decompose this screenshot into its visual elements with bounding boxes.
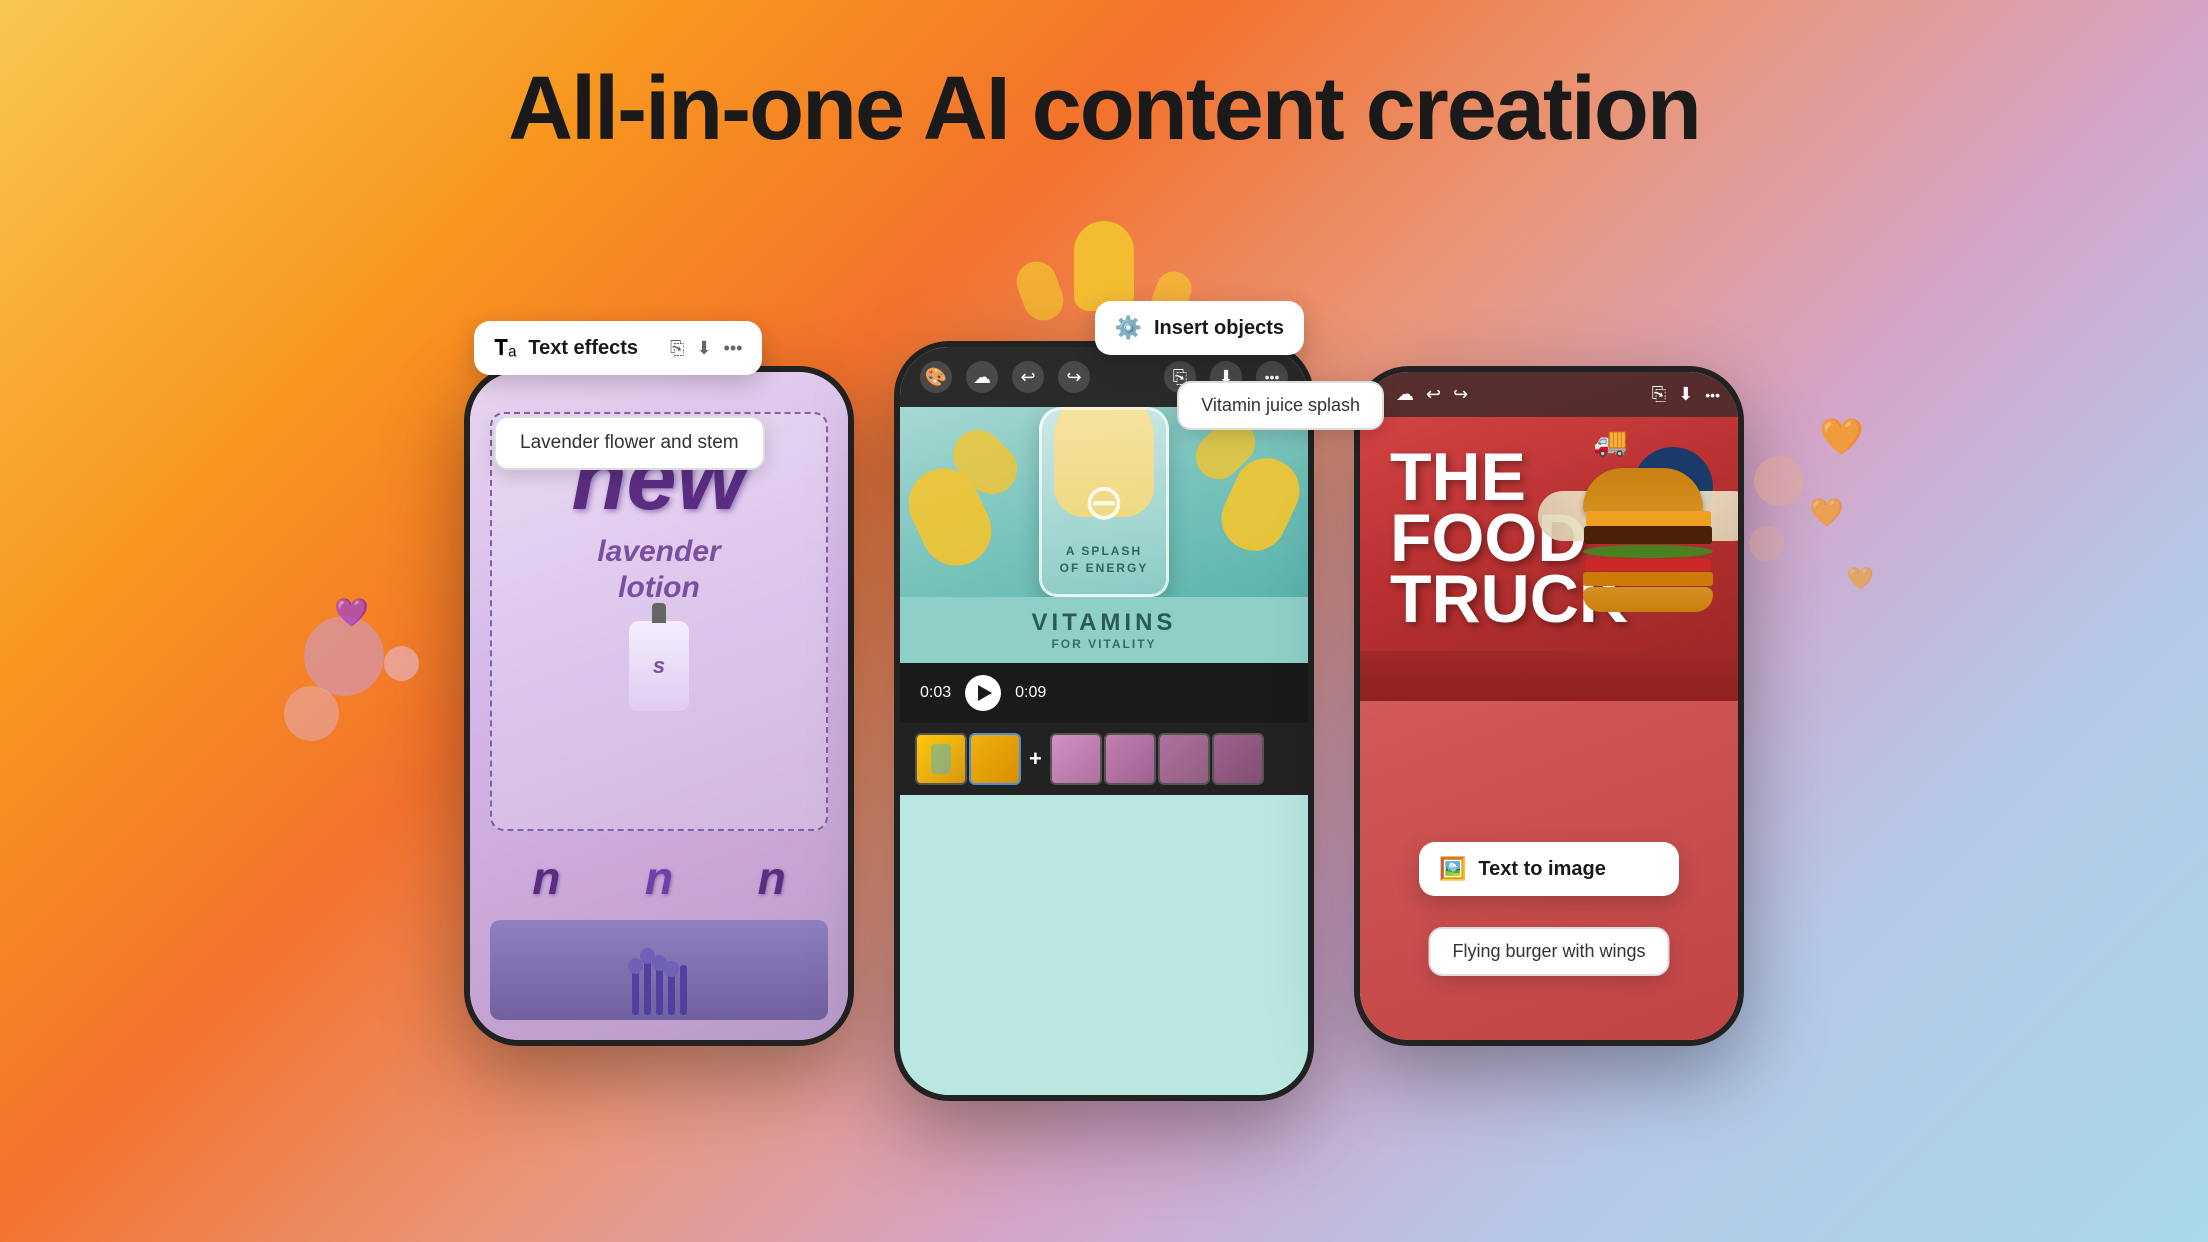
undo-icon-right[interactable]: ↩ xyxy=(1426,384,1441,405)
food-truck-bottom xyxy=(1360,651,1738,701)
splash-left-top xyxy=(1011,256,1069,326)
lettuce-layer xyxy=(1583,545,1713,558)
text-to-image-icon: 🖼️ xyxy=(1439,856,1466,882)
heart-deco-4: 🧡 xyxy=(1847,566,1874,592)
text-to-image-bubble[interactable]: 🖼️ Text to image xyxy=(1419,842,1679,896)
film-frame-3[interactable] xyxy=(1050,733,1102,785)
burger-illustration xyxy=(1538,451,1738,631)
cloud-icon-right[interactable]: ☁ xyxy=(1396,384,1414,405)
vitamins-main-text: VITAMINS xyxy=(912,609,1296,637)
toolbar-copy-icon[interactable]: ⎘ xyxy=(670,338,684,359)
cloud-icon[interactable]: ☁ xyxy=(966,361,998,393)
generated-frames xyxy=(1050,733,1264,785)
burger-stack xyxy=(1583,468,1713,613)
text-effects-bubble: 𝐓ₐ Text effects ⎘ ⬇ ••• xyxy=(474,321,762,375)
film-frame-1[interactable] xyxy=(915,733,967,785)
phones-container: 𝐓ₐ Text effects ⎘ ⬇ ••• Lavender flower … xyxy=(0,200,2208,1242)
heart-deco-2: 🧡 xyxy=(1819,416,1864,458)
bun-bottom xyxy=(1583,587,1713,612)
vitamin-prompt-bubble: Vitamin juice splash xyxy=(1177,381,1384,430)
energy-text: A SPLASHOF ENERGY xyxy=(1060,543,1149,577)
tomato-layer xyxy=(1585,559,1711,571)
text-preview-box: new lavender lotion s xyxy=(490,412,828,831)
insert-objects-label: Insert objects xyxy=(1154,317,1284,340)
download-icon-right[interactable]: ⬇ xyxy=(1678,384,1693,405)
play-triangle-icon xyxy=(978,685,992,701)
plus-connector: + xyxy=(1029,746,1042,772)
bun-top xyxy=(1583,468,1703,513)
letter-sample-1: n xyxy=(532,851,560,905)
copy-icon-right[interactable]: ⎘ xyxy=(1652,384,1666,405)
text-to-image-label: Text to image xyxy=(1478,858,1605,881)
vitamins-sub-text: FOR VITALITY xyxy=(912,637,1296,651)
vitamin-prompt-text: Vitamin juice splash xyxy=(1201,395,1360,415)
heart-deco-1: 💜 xyxy=(334,596,369,629)
insert-objects-icon: ⚙️ xyxy=(1115,315,1142,341)
patty-layer xyxy=(1584,526,1712,544)
phone-right-wrapper: 🖼️ Text to image Flying burger with wing… xyxy=(1354,366,1744,1076)
brand-text: lavender lotion xyxy=(597,534,720,606)
source-frames xyxy=(915,733,1021,785)
redo-icon-right[interactable]: ↪ xyxy=(1453,384,1468,405)
film-frame-2[interactable] xyxy=(969,733,1021,785)
lotion-bottle-icon: s xyxy=(629,621,689,711)
video-time-total: 0:09 xyxy=(1015,684,1046,702)
undo-icon[interactable]: ↩ xyxy=(1012,361,1044,393)
video-time-current: 0:03 xyxy=(920,684,951,702)
letter-sample-2: n xyxy=(645,851,673,905)
flying-burger-prompt-bubble: Flying burger with wings xyxy=(1428,927,1669,976)
text-effects-icon: 𝐓ₐ xyxy=(494,335,516,361)
circle-deco-1 xyxy=(1754,456,1804,506)
vitamins-label: VITAMINS FOR VITALITY xyxy=(900,597,1308,663)
phone-left-inner: new lavender lotion s n xyxy=(470,372,848,1040)
video-player: 0:03 0:09 xyxy=(900,663,1308,723)
left-phone-prompt-bubble: Lavender flower and stem xyxy=(494,416,765,470)
flying-burger-prompt-text: Flying burger with wings xyxy=(1452,941,1645,961)
letter-sample-3: n xyxy=(758,851,786,905)
phone-center-inner: 🎨 ☁ ↩ ↪ ⎘ ⬇ ••• xyxy=(900,347,1308,1095)
phone-center-wrapper: ⚙️ Insert objects Vitamin juice splash 🎨… xyxy=(894,341,1314,1101)
film-frame-4[interactable] xyxy=(1104,733,1156,785)
film-frame-6[interactable] xyxy=(1212,733,1264,785)
heart-deco-3: 🧡 xyxy=(1809,496,1844,529)
filmstrip: + xyxy=(900,723,1308,795)
toolbar-download-icon[interactable]: ⬇ xyxy=(696,338,711,359)
text-effects-label: Text effects xyxy=(528,337,638,360)
toolbar-more-icon[interactable]: ••• xyxy=(724,338,743,359)
page-title: All-in-one AI content creation xyxy=(0,0,2208,159)
insert-objects-bubble: ⚙️ Insert objects xyxy=(1095,301,1304,355)
phone-center: 🎨 ☁ ↩ ↪ ⎘ ⬇ ••• xyxy=(894,341,1314,1101)
energy-text-content: A SPLASHOF ENERGY xyxy=(1060,543,1149,577)
redo-icon[interactable]: ↪ xyxy=(1058,361,1090,393)
cheese-layer xyxy=(1586,511,1711,527)
circle-deco-2 xyxy=(1749,526,1784,561)
splash-above xyxy=(1074,221,1134,311)
more-icon-right[interactable]: ••• xyxy=(1705,387,1720,403)
letter-samples-row: n n n xyxy=(490,841,828,910)
phone-left-wrapper: 𝐓ₐ Text effects ⎘ ⬇ ••• Lavender flower … xyxy=(464,366,854,1076)
lavender-field xyxy=(490,920,828,1020)
left-prompt-text: Lavender flower and stem xyxy=(520,432,739,453)
play-button[interactable] xyxy=(965,675,1001,711)
vitamin-logo: ⊖ xyxy=(1083,473,1125,531)
palette-icon[interactable]: 🎨 xyxy=(920,361,952,393)
second-patty xyxy=(1583,572,1713,586)
vitamins-visual: ⊖ A SPLASHOF ENERGY xyxy=(900,407,1308,597)
food-truck-visual: THE FOOD TRUCK nowopen 🚚 xyxy=(1360,417,1738,651)
right-toolbar: ‹ ☁ ↩ ↪ ⎘ ⬇ ••• xyxy=(1360,372,1738,417)
film-frame-5[interactable] xyxy=(1158,733,1210,785)
